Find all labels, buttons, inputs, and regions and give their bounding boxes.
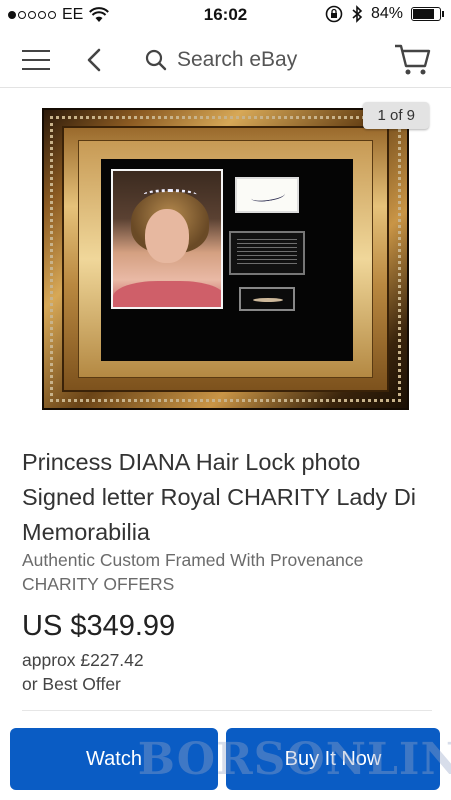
listing-subtitle: Authentic Custom Framed With Provenance … [22, 550, 364, 594]
divider [22, 710, 432, 711]
back-chevron-icon[interactable] [86, 48, 102, 72]
product-image-carousel[interactable]: 1 of 9 [0, 88, 451, 428]
buy-it-now-button[interactable]: Buy It Now [226, 728, 440, 790]
search-placeholder: Search eBay [177, 48, 298, 71]
provenance-plaque [229, 231, 305, 275]
cart-icon[interactable] [393, 42, 431, 76]
battery-percent: 84% [370, 5, 403, 22]
watch-button[interactable]: Watch [10, 728, 218, 790]
product-image [42, 108, 409, 410]
image-counter: 1 of 9 [363, 102, 429, 129]
search-icon [145, 49, 167, 71]
action-bar: Watch Buy It Now [0, 720, 451, 800]
rotation-lock-icon [325, 5, 343, 23]
frame-mat [101, 159, 353, 361]
bluetooth-icon [352, 5, 363, 23]
best-offer-label: or Best Offer [22, 674, 121, 694]
signature-card [235, 177, 299, 213]
search-bar[interactable]: Search eBay [145, 44, 297, 76]
listing-price: US $349.99 [22, 610, 176, 642]
battery-icon [411, 7, 444, 21]
battery-fill [413, 9, 434, 19]
hair-lock-display [239, 287, 295, 311]
nav-bar: Search eBay [0, 30, 451, 88]
status-bar: EE 16:02 84% [0, 0, 451, 30]
listing-title: Princess DIANA Hair Lock photo Signed le… [22, 449, 417, 545]
approx-price: approx £227.42 [22, 650, 144, 670]
hamburger-menu-icon[interactable] [22, 50, 50, 70]
status-right: 84% [325, 5, 444, 23]
portrait-photo [111, 169, 223, 309]
